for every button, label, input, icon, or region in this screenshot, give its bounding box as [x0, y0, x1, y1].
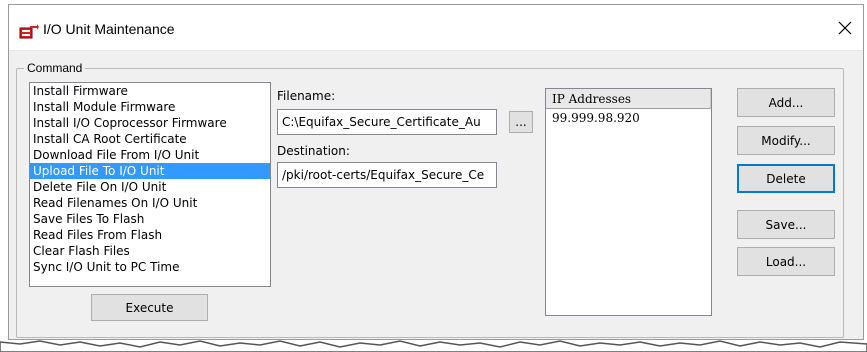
command-group-label: Command	[24, 61, 86, 75]
command-item-install-firmware[interactable]: Install Firmware	[30, 83, 270, 99]
browse-button[interactable]: ...	[509, 111, 533, 133]
command-item-sync-time[interactable]: Sync I/O Unit to PC Time	[30, 259, 270, 275]
command-item-install-module-firmware[interactable]: Install Module Firmware	[30, 99, 270, 115]
load-button[interactable]: Load...	[737, 247, 835, 276]
modify-button[interactable]: Modify...	[737, 126, 835, 155]
delete-button[interactable]: Delete	[737, 164, 835, 193]
command-item-save-files-to-flash[interactable]: Save Files To Flash	[30, 211, 270, 227]
command-item-install-coprocessor-firmware[interactable]: Install I/O Coprocessor Firmware	[30, 115, 270, 131]
destination-field[interactable]: /pki/root-certs/Equifax_Secure_Ce	[277, 162, 497, 188]
command-item-upload-file[interactable]: Upload File To I/O Unit	[30, 163, 270, 179]
command-item-read-files-from-flash[interactable]: Read Files From Flash	[30, 227, 270, 243]
io-unit-icon	[19, 23, 39, 39]
torn-edge-decoration	[0, 340, 867, 352]
command-item-clear-flash-files[interactable]: Clear Flash Files	[30, 243, 270, 259]
command-item-download-file[interactable]: Download File From I/O Unit	[30, 147, 270, 163]
save-button[interactable]: Save...	[737, 210, 835, 239]
filename-label: Filename:	[277, 89, 336, 103]
close-button[interactable]	[827, 11, 863, 47]
command-item-read-filenames[interactable]: Read Filenames On I/O Unit	[30, 195, 270, 211]
command-list[interactable]: Install Firmware Install Module Firmware…	[29, 82, 271, 287]
add-button[interactable]: Add...	[737, 88, 835, 117]
ip-address-row[interactable]: 99.999.98.920	[546, 109, 711, 127]
command-item-install-ca-root-certificate[interactable]: Install CA Root Certificate	[30, 131, 270, 147]
title-bar: I/O Unit Maintenance	[9, 5, 863, 51]
close-icon	[838, 21, 852, 38]
destination-label: Destination:	[277, 144, 350, 158]
window-title: I/O Unit Maintenance	[43, 21, 175, 37]
filename-field[interactable]: C:\Equifax_Secure_Certificate_Au	[277, 109, 497, 135]
execute-button[interactable]: Execute	[91, 294, 208, 321]
ip-address-list[interactable]: IP Addresses 99.999.98.920	[545, 88, 712, 316]
ip-addresses-column-header[interactable]: IP Addresses	[546, 89, 711, 109]
command-item-delete-file[interactable]: Delete File On I/O Unit	[30, 179, 270, 195]
